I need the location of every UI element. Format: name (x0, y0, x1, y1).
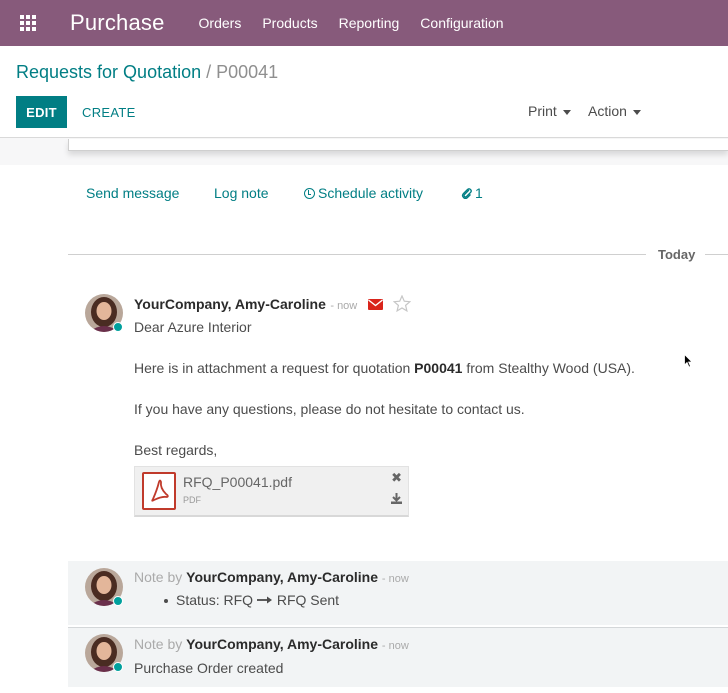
breadcrumb-parent[interactable]: Requests for Quotation (16, 62, 201, 82)
caret-down-icon (632, 109, 641, 115)
form-sheet-bottom (68, 139, 728, 151)
date-divider-line (705, 254, 728, 255)
remove-attachment-icon[interactable]: ✖ (391, 470, 402, 486)
menu-configuration[interactable]: Configuration (420, 15, 503, 31)
star-icon[interactable] (392, 294, 412, 313)
note-header: Note by YourCompany, Amy-Caroline - now (134, 636, 409, 652)
message-header: YourCompany, Amy-Caroline - now (134, 294, 412, 314)
message-greeting: Dear Azure Interior (134, 319, 252, 335)
breadcrumb: Requests for Quotation / P00041 (16, 62, 278, 83)
message-line-1-text: Here is in attachment a request for quot… (134, 360, 415, 376)
attachment-name[interactable]: RFQ_P00041.pdf (183, 474, 292, 490)
attachment-count: 1 (475, 185, 483, 201)
menu-orders[interactable]: Orders (199, 15, 242, 31)
note-author[interactable]: YourCompany, Amy-Caroline (186, 569, 378, 585)
note-prefix: Note by (134, 569, 183, 585)
tracking-value: Status: RFQ RFQ Sent (164, 592, 339, 608)
breadcrumb-current: P00041 (216, 62, 279, 82)
pdf-icon (142, 472, 176, 510)
top-navbar: Purchase Orders Products Reporting Confi… (0, 0, 728, 46)
message-line-3: Best regards, (134, 442, 218, 458)
breadcrumb-separator: / (206, 62, 212, 82)
edit-button[interactable]: EDIT (16, 96, 67, 128)
schedule-activity-label: Schedule activity (318, 185, 424, 201)
tracking-old-value: RFQ (223, 592, 254, 608)
print-label: Print (528, 103, 557, 119)
menu-products[interactable]: Products (262, 15, 317, 31)
print-dropdown[interactable]: Print (528, 103, 571, 119)
date-separator: Today (658, 247, 696, 262)
rfq-reference: P00041 (414, 360, 463, 376)
message-line-1: Here is in attachment a request for quot… (134, 360, 635, 376)
envelope-icon (367, 299, 383, 310)
caret-down-icon (562, 109, 571, 115)
download-icon[interactable] (391, 491, 402, 509)
send-message-button[interactable]: Send message (86, 185, 179, 201)
note-header: Note by YourCompany, Amy-Caroline - now (134, 569, 409, 585)
apps-menu-icon[interactable] (0, 0, 56, 46)
note-body: Purchase Order created (134, 660, 284, 676)
attachments-button[interactable]: 1 (461, 185, 483, 201)
message-author[interactable]: YourCompany, Amy-Caroline (134, 296, 326, 312)
note-time: - now (381, 573, 409, 585)
note-time: - now (381, 640, 409, 652)
clock-icon (304, 188, 315, 199)
message-line-2: If you have any questions, please do not… (134, 401, 525, 417)
app-title[interactable]: Purchase (70, 10, 165, 36)
bullet-icon (164, 599, 168, 604)
note-prefix: Note by (134, 636, 183, 652)
attachment-card[interactable]: RFQ_P00041.pdf PDF ✖ (134, 466, 409, 517)
note-message: Note by YourCompany, Amy-Caroline - now … (68, 561, 728, 625)
attachment-type: PDF (183, 495, 201, 505)
paperclip-icon (461, 188, 472, 200)
action-label: Action (588, 103, 627, 119)
log-note-button[interactable]: Log note (214, 185, 269, 201)
date-divider-line (68, 254, 646, 255)
note-author[interactable]: YourCompany, Amy-Caroline (186, 636, 378, 652)
mouse-cursor-icon (684, 354, 693, 368)
online-status-dot (113, 596, 123, 606)
online-status-dot (113, 662, 123, 672)
message-line-1-text-end: from Stealthy Wood (USA). (462, 360, 635, 376)
message-time: - now (330, 300, 358, 312)
schedule-activity-button[interactable]: Schedule activity (304, 185, 423, 201)
control-panel: Requests for Quotation / P00041 EDIT CREAT… (0, 46, 728, 138)
note-message: Note by YourCompany, Amy-Caroline - now … (68, 627, 728, 687)
tracking-field: Status: (176, 592, 220, 608)
create-button[interactable]: CREATE (74, 96, 144, 128)
online-status-dot (113, 322, 123, 332)
grid-icon (20, 15, 36, 31)
action-dropdown[interactable]: Action (588, 103, 641, 119)
menu-reporting[interactable]: Reporting (339, 15, 400, 31)
chatter: Send message Log note Schedule activity … (0, 165, 728, 693)
arrow-right-icon (256, 596, 272, 604)
tracking-new-value: RFQ Sent (276, 592, 340, 608)
